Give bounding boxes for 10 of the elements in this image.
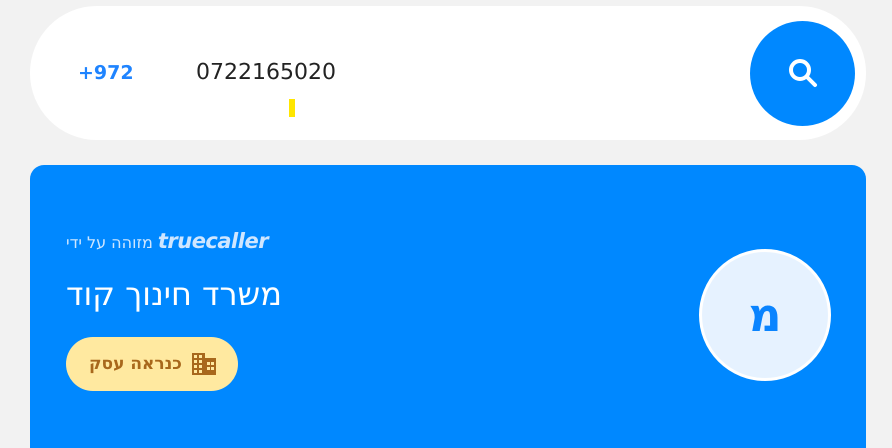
building-icon xyxy=(192,353,216,375)
cursor-mark xyxy=(289,99,295,117)
identified-label: מזוהה על ידי xyxy=(66,233,153,252)
country-code[interactable]: +972 xyxy=(78,62,196,84)
tag-label: כנראה עסק xyxy=(89,354,182,374)
avatar: מ xyxy=(699,249,831,381)
search-icon xyxy=(786,57,818,89)
phone-input[interactable]: 0722165020 xyxy=(196,60,496,84)
caller-name: משרד חינוך קוד xyxy=(66,275,282,313)
brand-logo: truecaller xyxy=(158,229,268,253)
